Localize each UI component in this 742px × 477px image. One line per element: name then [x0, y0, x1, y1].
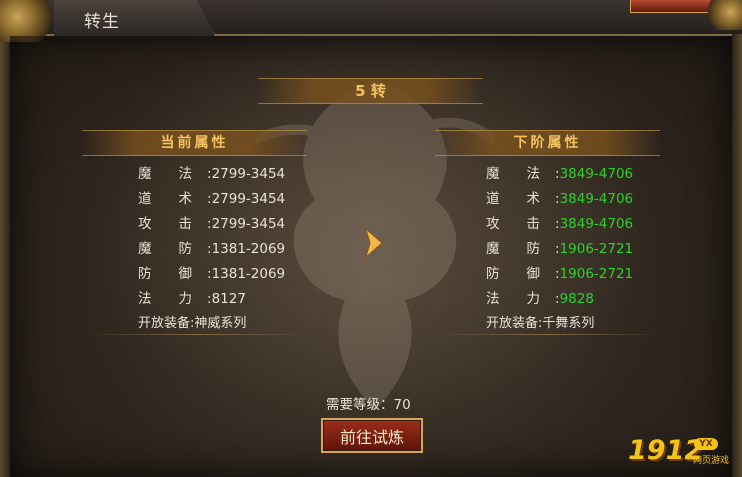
window-right-frame — [732, 34, 742, 477]
attr-name: 魔 法 — [138, 166, 192, 182]
attr-name: 魔 防 — [138, 241, 192, 257]
divider — [85, 334, 310, 335]
attr-value: 1906-2721 — [559, 266, 634, 282]
attr-name: 道 术 — [486, 191, 540, 207]
attr-value: 8127 — [211, 291, 246, 307]
equip-label: 开放装备: — [138, 316, 195, 331]
rebirth-level-banner: 5 转 — [258, 78, 483, 104]
required-level-value: 70 — [393, 397, 411, 413]
next-attr-row: 防 御:1906-2721 — [486, 262, 633, 282]
current-attr-row: 法 力:8127 — [138, 287, 246, 307]
next-equip-row: 开放装备:千舞系列 — [486, 312, 594, 331]
next-attr-row: 法 力:9828 — [486, 287, 594, 307]
attr-name: 攻 击 — [138, 216, 192, 232]
attr-name: 法 力 — [138, 291, 192, 307]
current-attr-row: 攻 击:2799-3454 — [138, 212, 285, 232]
attr-value: 1906-2721 — [559, 241, 634, 257]
attr-name: 防 御 — [138, 266, 192, 282]
attr-value: 2799-3454 — [211, 166, 286, 182]
window-left-frame — [0, 34, 10, 477]
current-attr-row: 道 术:2799-3454 — [138, 187, 285, 207]
attr-value: 2799-3454 — [211, 216, 286, 232]
attr-value: 9828 — [559, 291, 594, 307]
attr-value: 1381-2069 — [211, 266, 286, 282]
attr-value: 3849-4706 — [559, 216, 634, 232]
site-logo-badge: YX — [694, 438, 718, 450]
divider — [435, 334, 660, 335]
attr-name: 魔 防 — [486, 241, 540, 257]
next-attr-row: 攻 击:3849-4706 — [486, 212, 633, 232]
attr-value: 3849-4706 — [559, 191, 634, 207]
attr-value: 3849-4706 — [559, 166, 634, 182]
window-title: 转生 — [84, 12, 120, 32]
next-attr-row: 道 术:3849-4706 — [486, 187, 633, 207]
equip-value: 神威系列 — [194, 316, 247, 331]
arrow-right-icon — [365, 227, 383, 259]
rebirth-panel: 转生 5 转 当前属性 下阶属性 魔 法:2799-3454 道 术:2799-… — [0, 0, 742, 477]
next-attributes-header: 下阶属性 — [435, 130, 660, 156]
attr-name: 道 术 — [138, 191, 192, 207]
site-logo-subtitle: 网页游戏 — [693, 456, 730, 466]
next-attr-row: 魔 防:1906-2721 — [486, 237, 633, 257]
required-level-label: 需要等级： — [326, 397, 394, 413]
dragon-corner-ornament-right — [704, 0, 742, 30]
attr-value: 1381-2069 — [211, 241, 286, 257]
attr-name: 防 御 — [486, 266, 540, 282]
go-to-trial-button[interactable]: 前往试炼 — [321, 418, 423, 453]
current-attr-row: 魔 法:2799-3454 — [138, 162, 285, 182]
site-logo-1912: 1912 — [628, 435, 704, 466]
current-attr-row: 防 御:1381-2069 — [138, 262, 285, 282]
attr-name: 法 力 — [486, 291, 540, 307]
next-attr-row: 魔 法:3849-4706 — [486, 162, 633, 182]
current-equip-row: 开放装备:神威系列 — [138, 312, 246, 331]
attr-name: 攻 击 — [486, 216, 540, 232]
attr-value: 2799-3454 — [211, 191, 286, 207]
current-attributes-header: 当前属性 — [82, 130, 307, 156]
attr-name: 魔 法 — [486, 166, 540, 182]
equip-value: 千舞系列 — [542, 316, 595, 331]
equip-label: 开放装备: — [486, 316, 543, 331]
current-attr-row: 魔 防:1381-2069 — [138, 237, 285, 257]
required-level: 需要等级：70 — [326, 393, 411, 413]
title-tab — [54, 0, 216, 36]
